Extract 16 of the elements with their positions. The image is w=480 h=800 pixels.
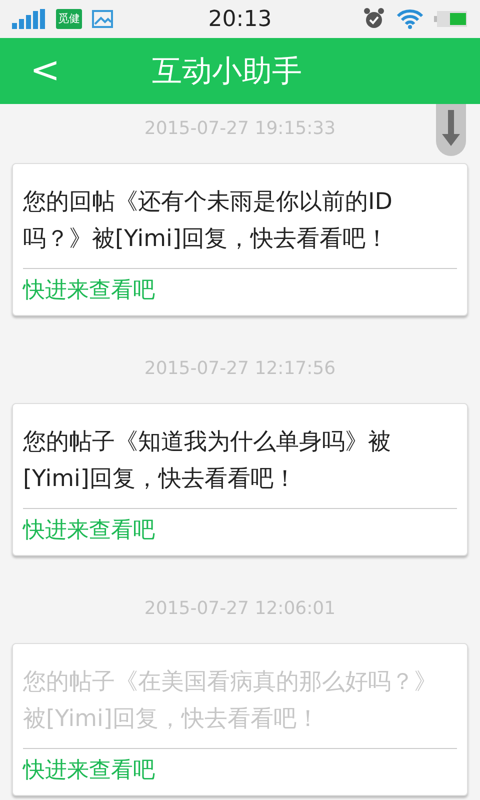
view-link[interactable]: 快进来查看吧 xyxy=(23,509,155,555)
clock-time: 20:13 xyxy=(207,6,273,32)
page-title: 互动小助手 xyxy=(152,52,302,90)
message-text: 您的帖子《在美国看病真的那么好吗？》被[Yimi]回复，快去看看吧！ xyxy=(23,660,457,749)
wifi-icon xyxy=(396,8,424,30)
view-link[interactable]: 快进来查看吧 xyxy=(23,749,155,795)
app-icon: 觅健 xyxy=(56,9,82,29)
alarm-clock-icon xyxy=(362,7,386,31)
view-link[interactable]: 快进来查看吧 xyxy=(23,269,155,315)
message-text: 您的帖子《知道我为什么单身吗》被[Yimi]回复，快去看看吧！ xyxy=(23,420,457,509)
back-button[interactable]: < xyxy=(18,51,72,91)
image-icon xyxy=(92,9,114,29)
message-text: 您的回帖《还有个未雨是你以前的ID吗？》被[Yimi]回复，快去看看吧！ xyxy=(23,180,457,269)
pull-down-handle-icon[interactable] xyxy=(436,104,466,156)
signal-icon xyxy=(12,9,46,29)
battery-icon xyxy=(434,10,468,28)
